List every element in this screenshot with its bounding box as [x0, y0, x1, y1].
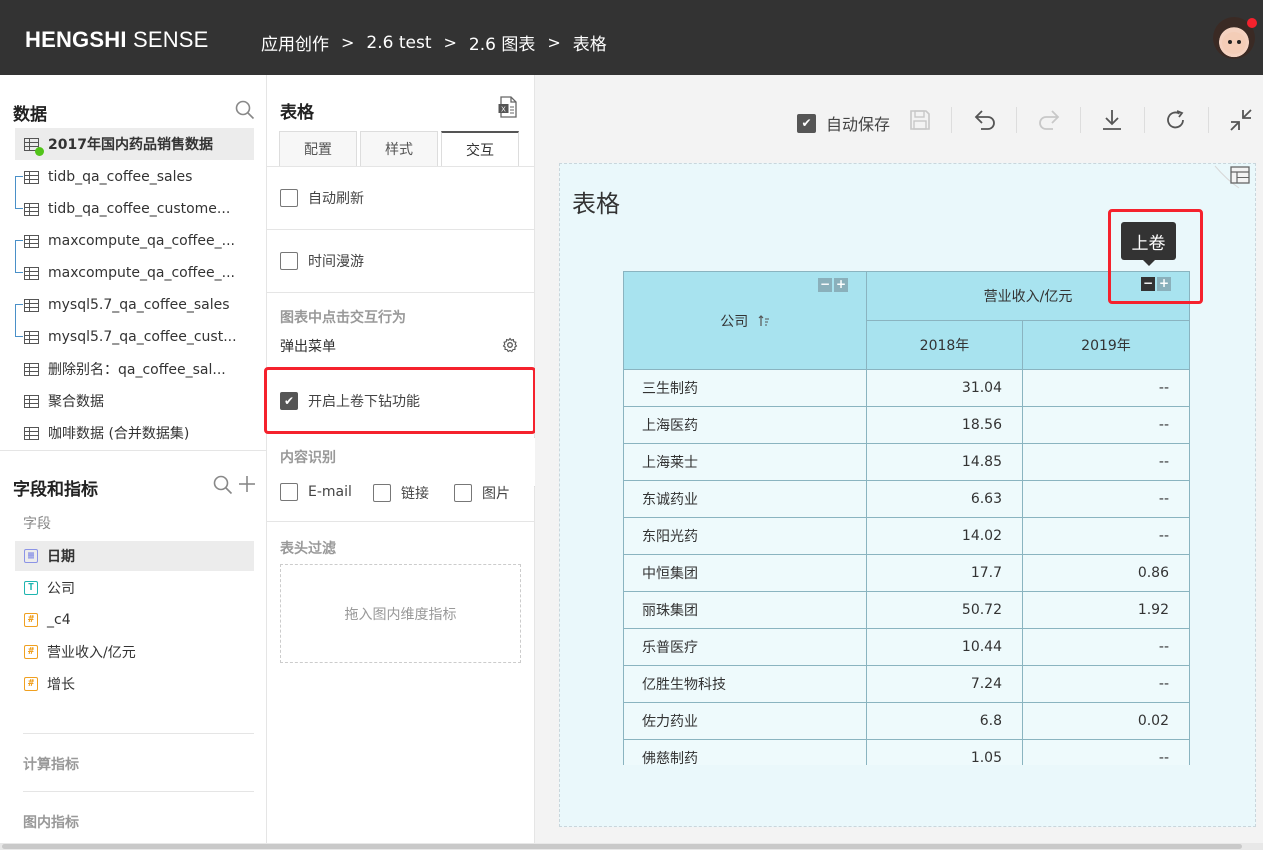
- cell-company[interactable]: 乐普医疗: [623, 628, 867, 666]
- cell-2018[interactable]: 1.05: [866, 739, 1023, 765]
- table-row[interactable]: 中恒集团 17.7 0.86: [623, 554, 1190, 592]
- cell-2019[interactable]: --: [1022, 665, 1190, 703]
- highlight-box: [1108, 209, 1203, 304]
- column-header-2019[interactable]: 2019年: [1022, 320, 1190, 370]
- cell-2019[interactable]: --: [1022, 369, 1190, 407]
- divider: [23, 791, 254, 792]
- cell-company[interactable]: 中恒集团: [623, 554, 867, 592]
- sort-icon[interactable]: [758, 314, 770, 327]
- cell-2019[interactable]: --: [1022, 628, 1190, 666]
- horizontal-scrollbar[interactable]: [0, 843, 1263, 850]
- cell-2018[interactable]: 6.63: [866, 480, 1023, 518]
- cell-2018[interactable]: 18.56: [866, 406, 1023, 444]
- cell-2018[interactable]: 14.85: [866, 443, 1023, 481]
- scrollbar-thumb[interactable]: [2, 844, 1242, 849]
- table-row[interactable]: 丽珠集团 50.72 1.92: [623, 591, 1190, 629]
- cell-2019[interactable]: 0.02: [1022, 702, 1190, 740]
- cell-company[interactable]: 东诚药业: [623, 480, 867, 518]
- cell-2019[interactable]: 0.86: [1022, 554, 1190, 592]
- table-viewport: 公司 营业收入/亿元 2018年 2019年 三生制药 31.04 -- 上海医药 18…: [0, 0, 1263, 765]
- cell-2019[interactable]: --: [1022, 406, 1190, 444]
- cell-2019[interactable]: --: [1022, 443, 1190, 481]
- cell-2018[interactable]: 50.72: [866, 591, 1023, 629]
- chart-metrics-label[interactable]: 图内指标: [23, 812, 79, 832]
- cell-2018[interactable]: 31.04: [866, 369, 1023, 407]
- cell-2019[interactable]: --: [1022, 517, 1190, 555]
- table-row[interactable]: 佐力药业 6.8 0.02: [623, 702, 1190, 740]
- company-drill-controls: − +: [818, 278, 848, 292]
- table-row[interactable]: 亿胜生物科技 7.24 --: [623, 665, 1190, 703]
- cell-company[interactable]: 丽珠集团: [623, 591, 867, 629]
- cell-company[interactable]: 亿胜生物科技: [623, 665, 867, 703]
- cell-company[interactable]: 三生制药: [623, 369, 867, 407]
- table-row[interactable]: 上海莱士 14.85 --: [623, 443, 1190, 481]
- cell-2018[interactable]: 14.02: [866, 517, 1023, 555]
- table-body: 三生制药 31.04 -- 上海医药 18.56 -- 上海莱士 14.85 -- 东诚药业 6.6…: [623, 369, 1190, 765]
- table-row[interactable]: 三生制药 31.04 --: [623, 369, 1190, 407]
- data-table: 公司 营业收入/亿元 2018年 2019年 三生制药 31.04 -- 上海医药 18…: [623, 271, 1190, 765]
- cell-company[interactable]: 佛慈制药: [623, 739, 867, 765]
- cell-2019[interactable]: 1.92: [1022, 591, 1190, 629]
- table-row[interactable]: 东阳光药 14.02 --: [623, 517, 1190, 555]
- table-row[interactable]: 乐普医疗 10.44 --: [623, 628, 1190, 666]
- collapse-minus-icon[interactable]: −: [818, 278, 832, 292]
- column-header-2018[interactable]: 2018年: [866, 320, 1023, 370]
- table-row[interactable]: 上海医药 18.56 --: [623, 406, 1190, 444]
- cell-company[interactable]: 上海莱士: [623, 443, 867, 481]
- cell-2018[interactable]: 10.44: [866, 628, 1023, 666]
- cell-company[interactable]: 佐力药业: [623, 702, 867, 740]
- cell-2018[interactable]: 17.7: [866, 554, 1023, 592]
- table-row[interactable]: 佛慈制药 1.05 --: [623, 739, 1190, 765]
- cell-2018[interactable]: 7.24: [866, 665, 1023, 703]
- cell-2019[interactable]: --: [1022, 739, 1190, 765]
- expand-plus-icon[interactable]: +: [834, 278, 848, 292]
- cell-company[interactable]: 上海医药: [623, 406, 867, 444]
- cell-2018[interactable]: 6.8: [866, 702, 1023, 740]
- table-row[interactable]: 东诚药业 6.63 --: [623, 480, 1190, 518]
- cell-company[interactable]: 东阳光药: [623, 517, 867, 555]
- cell-2019[interactable]: --: [1022, 480, 1190, 518]
